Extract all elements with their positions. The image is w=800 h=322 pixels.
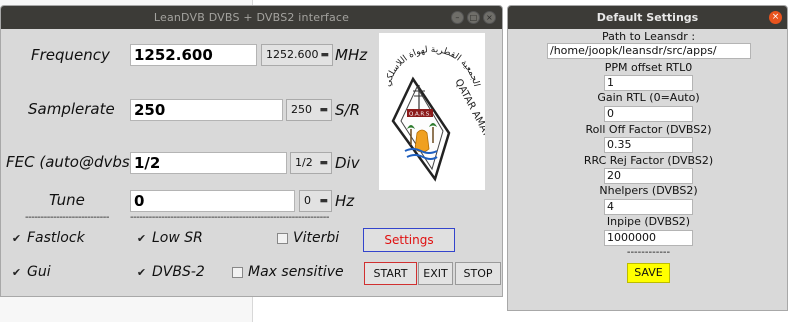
exit-button[interactable]: EXIT [418, 262, 453, 285]
fastlock-checkbox[interactable]: ✔ Fastlock [11, 230, 85, 246]
main-window: LeanDVB DVBS + DVBS2 interface – □ × Fre… [0, 5, 503, 297]
field-label-rolloff: Roll Off Factor (DVBS2) [585, 123, 712, 136]
frequency-combo-value: 1252.600 [266, 48, 319, 61]
settings-button[interactable]: Settings [363, 228, 455, 252]
qars-logo: الجمعية القطرية لهواة اللاسلكي Q.A.R.S. … [379, 33, 502, 229]
field-label-nhelpers: Nhelpers (DVBS2) [599, 184, 698, 197]
samplerate-combo[interactable]: 250 ▬ [286, 99, 332, 121]
field-label-gain: Gain RTL (0=Auto) [597, 91, 700, 104]
save-button[interactable]: SAVE [627, 263, 670, 283]
inpipe-input[interactable]: 1000000 [604, 230, 693, 246]
gui-checkbox[interactable]: ✔ Gui [11, 264, 51, 280]
path-input[interactable]: /home/joopk/leansdr/src/apps/ [547, 43, 751, 59]
samplerate-label: Samplerate [28, 100, 115, 118]
logo-side-text: QATAR AMATEUR RADIO SOCIETY [452, 77, 485, 190]
tune-unit: Hz [335, 192, 355, 210]
fec-combo[interactable]: 1/2 ▬ [290, 152, 332, 174]
settings-separator: ------------ [626, 247, 671, 258]
field-label-path: Path to Leansdr : [601, 30, 696, 43]
minimize-icon[interactable]: – [451, 11, 464, 24]
chevron-down-icon: ▬ [319, 105, 328, 115]
qars-logo-graphic: الجمعية القطرية لهواة اللاسلكي Q.A.R.S. … [383, 45, 502, 229]
close-icon[interactable]: × [769, 11, 782, 24]
gain-input[interactable]: 0 [604, 106, 693, 122]
unchecked-box-icon [232, 266, 243, 278]
dvbs2-checkbox[interactable]: ✔ DVBS-2 [136, 264, 205, 280]
separator-right: ----------------------------------------… [130, 212, 329, 223]
fec-combo-value: 1/2 [295, 156, 313, 169]
checkmark-icon: ✔ [11, 231, 22, 245]
stop-button[interactable]: STOP [455, 262, 501, 285]
chevron-down-icon: ▬ [320, 50, 329, 60]
field-label-rrc: RRC Rej Factor (DVBS2) [583, 154, 714, 167]
checkmark-icon: ✔ [11, 265, 22, 279]
checkmark-icon: ✔ [136, 265, 147, 279]
start-button[interactable]: START [364, 262, 417, 285]
close-icon[interactable]: × [483, 11, 496, 24]
main-window-title: LeanDVB DVBS + DVBS2 interface [153, 11, 350, 24]
field-label-ppm: PPM offset RTL0 [604, 61, 693, 74]
samplerate-unit: S/R [335, 101, 360, 119]
main-titlebar[interactable]: LeanDVB DVBS + DVBS2 interface – □ × [1, 6, 502, 29]
logo-arabic-text: الجمعية القطرية لهواة اللاسلكي [383, 45, 481, 88]
chevron-down-icon: ▬ [319, 196, 328, 206]
frequency-label: Frequency [31, 46, 110, 64]
maxsens-checkbox[interactable]: Max sensitive [232, 264, 344, 280]
ppm-input[interactable]: 1 [604, 75, 693, 91]
maxsens-label: Max sensitive [248, 264, 344, 280]
unchecked-box-icon [277, 232, 288, 244]
lowsr-label: Low SR [152, 230, 203, 246]
field-label-inpipe: Inpipe (DVBS2) [606, 215, 691, 228]
tune-label: Tune [49, 191, 85, 209]
fec-input[interactable]: 1/2 [130, 152, 287, 174]
settings-titlebar[interactable]: Default Settings [508, 6, 787, 29]
settings-window-title: Default Settings [596, 11, 699, 24]
tune-input[interactable]: 0 [130, 190, 295, 212]
chevron-down-icon: ▬ [319, 158, 328, 168]
rrc-input[interactable]: 20 [604, 168, 693, 184]
separator-left: ---------------------------------- [25, 212, 109, 223]
lowsr-checkbox[interactable]: ✔ Low SR [136, 230, 203, 246]
maximize-icon[interactable]: □ [467, 11, 480, 24]
frequency-combo[interactable]: 1252.600 ▬ [261, 44, 333, 66]
settings-window: Default Settings × Path to Leansdr : /ho… [507, 5, 788, 311]
frequency-unit: MHz [335, 46, 368, 64]
checkmark-icon: ✔ [136, 231, 147, 245]
tune-combo[interactable]: 0 ▬ [299, 190, 332, 212]
samplerate-input[interactable]: 250 [130, 99, 283, 121]
frequency-input[interactable]: 1252.600 [130, 44, 257, 66]
samplerate-combo-value: 250 [291, 103, 312, 116]
fastlock-label: Fastlock [27, 230, 85, 246]
fec-label: FEC (auto@dvbs2) [6, 153, 146, 171]
fec-unit: Div [335, 154, 360, 172]
tune-combo-value: 0 [304, 194, 311, 207]
nhelpers-input[interactable]: 4 [604, 199, 693, 215]
viterbi-checkbox[interactable]: Viterbi [277, 230, 339, 246]
dvbs2-label: DVBS-2 [152, 264, 205, 280]
logo-badge-text: Q.A.R.S. [409, 112, 431, 118]
rolloff-input[interactable]: 0.35 [604, 137, 693, 153]
gui-label: Gui [27, 264, 51, 280]
viterbi-label: Viterbi [293, 230, 340, 246]
